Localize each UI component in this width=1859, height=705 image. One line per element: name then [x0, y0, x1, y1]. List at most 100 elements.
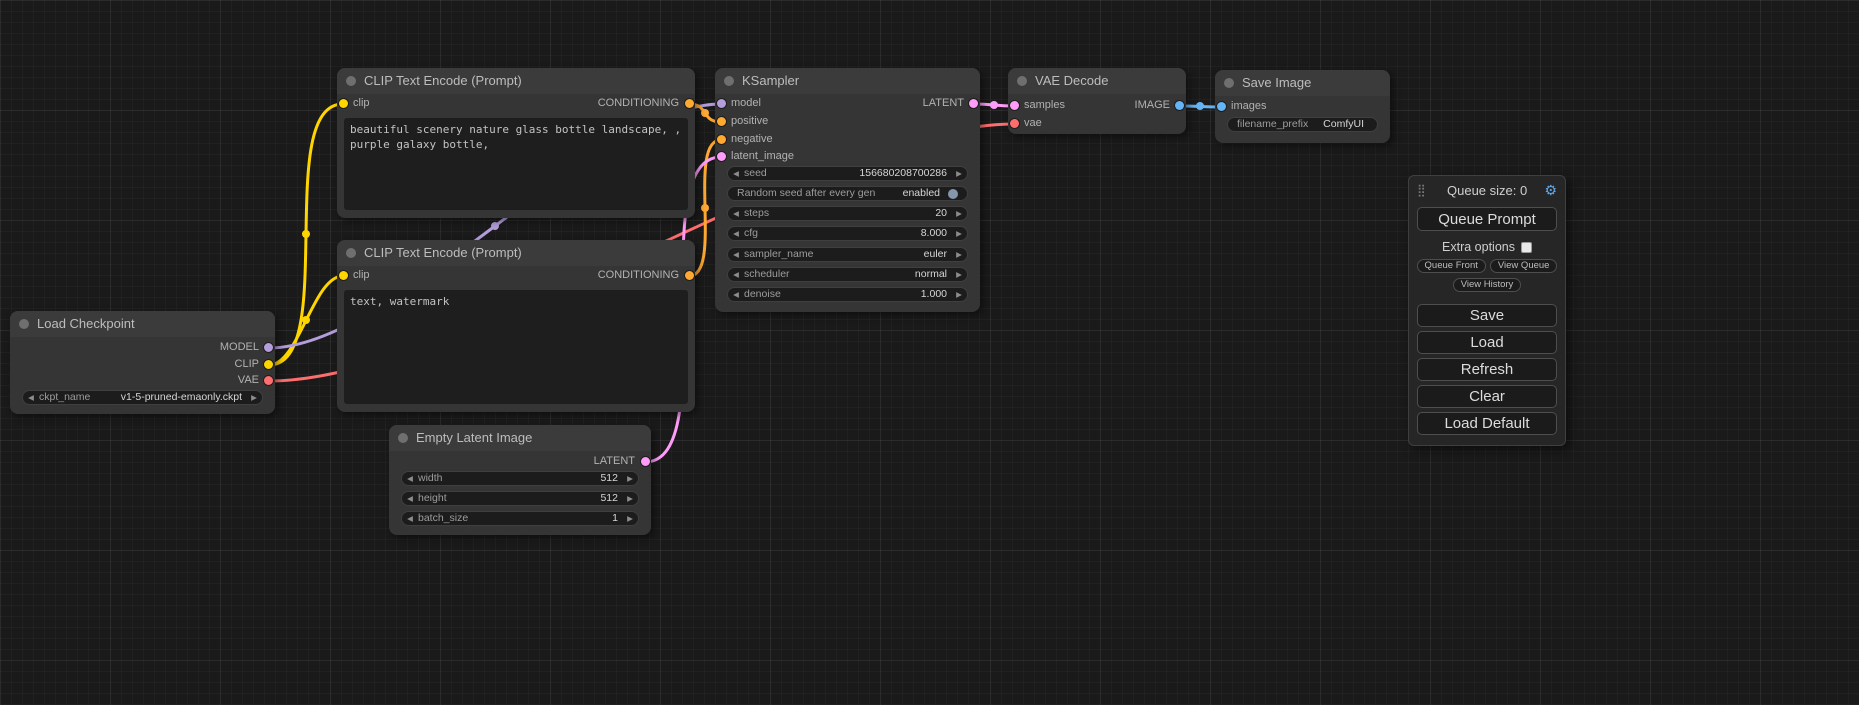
node-title: Save Image	[1242, 75, 1311, 90]
collapse-dot-icon[interactable]	[724, 76, 734, 86]
decrement-arrow-icon[interactable]: ◀	[402, 475, 418, 483]
output-slot-image[interactable]	[1175, 101, 1184, 110]
node-clip-text-encode-positive[interactable]: CLIP Text Encode (Prompt) clip CONDITION…	[337, 68, 695, 218]
drag-handle-icon[interactable]: ⣿	[1417, 183, 1426, 197]
decrement-arrow-icon[interactable]: ◀	[728, 291, 744, 299]
widget-value: 512	[443, 473, 622, 484]
view-history-row: View History	[1417, 278, 1557, 292]
output-slot-conditioning[interactable]	[685, 99, 694, 108]
positive-prompt-textarea[interactable]: beautiful scenery nature glass bottle la…	[344, 118, 688, 210]
output-slot-clip[interactable]	[264, 360, 273, 369]
cfg-widget[interactable]: ◀ cfg 8.000 ▶	[727, 226, 968, 241]
increment-arrow-icon[interactable]: ▶	[951, 271, 967, 279]
widget-value: normal	[790, 269, 951, 280]
node-vae-decode[interactable]: VAE Decode samples IMAGE vae	[1008, 68, 1186, 134]
steps-widget[interactable]: ◀ steps 20 ▶	[727, 206, 968, 221]
input-slot-model[interactable]	[717, 99, 726, 108]
output-slot-latent[interactable]	[641, 457, 650, 466]
link-midpoint-dot	[990, 101, 998, 109]
seed-widget[interactable]: ◀ seed 156680208700286 ▶	[727, 166, 968, 181]
node-ksampler[interactable]: KSampler model LATENT positive negative …	[715, 68, 980, 312]
graph-canvas[interactable]: { "colors": { "model": "#B39DDB", "clip"…	[0, 0, 1859, 705]
queue-prompt-button[interactable]: Queue Prompt	[1417, 207, 1557, 231]
output-slot-model[interactable]	[264, 343, 273, 352]
widget-label: batch_size	[418, 513, 468, 524]
link-midpoint-dot	[701, 109, 709, 117]
load-button[interactable]: Load	[1417, 331, 1557, 354]
widget-label: height	[418, 493, 447, 504]
output-label-latent: LATENT	[594, 455, 635, 467]
decrement-arrow-icon[interactable]: ◀	[728, 251, 744, 259]
collapse-dot-icon[interactable]	[19, 319, 29, 329]
filename-prefix-widget[interactable]: filename_prefix ComfyUI	[1227, 117, 1378, 132]
node-title-bar[interactable]: Load Checkpoint	[10, 311, 275, 337]
node-title-bar[interactable]: CLIP Text Encode (Prompt)	[337, 240, 695, 266]
node-load-checkpoint[interactable]: Load Checkpoint MODEL CLIP VAE ◀ ckpt_na…	[10, 311, 275, 414]
increment-arrow-icon[interactable]: ▶	[951, 210, 967, 218]
increment-arrow-icon[interactable]: ▶	[246, 394, 262, 402]
collapse-dot-icon[interactable]	[398, 433, 408, 443]
decrement-arrow-icon[interactable]: ◀	[728, 170, 744, 178]
node-title: VAE Decode	[1035, 73, 1108, 88]
decrement-arrow-icon[interactable]: ◀	[728, 230, 744, 238]
increment-arrow-icon[interactable]: ▶	[951, 230, 967, 238]
extra-options-checkbox[interactable]	[1521, 242, 1532, 253]
load-default-button[interactable]: Load Default	[1417, 412, 1557, 435]
input-slot-clip[interactable]	[339, 271, 348, 280]
comfy-menu-panel[interactable]: ⣿ Queue size: 0 ⚙ Queue Prompt Extra opt…	[1408, 175, 1566, 446]
input-slot-images[interactable]	[1217, 102, 1226, 111]
sampler-name-widget[interactable]: ◀ sampler_name euler ▶	[727, 247, 968, 262]
increment-arrow-icon[interactable]: ▶	[951, 291, 967, 299]
toggle-dot-icon[interactable]	[948, 189, 958, 199]
clear-button[interactable]: Clear	[1417, 385, 1557, 408]
node-title-bar[interactable]: KSampler	[715, 68, 980, 94]
node-title-bar[interactable]: Empty Latent Image	[389, 425, 651, 451]
increment-arrow-icon[interactable]: ▶	[622, 495, 638, 503]
denoise-widget[interactable]: ◀ denoise 1.000 ▶	[727, 287, 968, 302]
view-queue-button[interactable]: View Queue	[1490, 259, 1558, 273]
increment-arrow-icon[interactable]: ▶	[622, 515, 638, 523]
increment-arrow-icon[interactable]: ▶	[951, 170, 967, 178]
output-slot-conditioning[interactable]	[685, 271, 694, 280]
ckpt-name-widget[interactable]: ◀ ckpt_name v1-5-pruned-emaonly.ckpt ▶	[22, 390, 263, 405]
view-history-button[interactable]: View History	[1453, 278, 1522, 292]
input-slot-positive[interactable]	[717, 117, 726, 126]
batch-size-widget[interactable]: ◀ batch_size 1 ▶	[401, 511, 639, 526]
widget-value: euler	[813, 249, 951, 260]
random-seed-toggle-widget[interactable]: Random seed after every gen enabled	[727, 186, 968, 201]
decrement-arrow-icon[interactable]: ◀	[23, 394, 39, 402]
node-clip-text-encode-negative[interactable]: CLIP Text Encode (Prompt) clip CONDITION…	[337, 240, 695, 412]
height-widget[interactable]: ◀ height 512 ▶	[401, 491, 639, 506]
node-title-bar[interactable]: Save Image	[1215, 70, 1390, 96]
refresh-button[interactable]: Refresh	[1417, 358, 1557, 381]
collapse-dot-icon[interactable]	[346, 248, 356, 258]
decrement-arrow-icon[interactable]: ◀	[402, 495, 418, 503]
node-save-image[interactable]: Save Image images filename_prefix ComfyU…	[1215, 70, 1390, 143]
collapse-dot-icon[interactable]	[1224, 78, 1234, 88]
widget-value: v1-5-pruned-emaonly.ckpt	[90, 392, 246, 403]
decrement-arrow-icon[interactable]: ◀	[728, 271, 744, 279]
output-slot-vae[interactable]	[264, 376, 273, 385]
input-slot-samples[interactable]	[1010, 101, 1019, 110]
save-button[interactable]: Save	[1417, 304, 1557, 327]
input-slot-clip[interactable]	[339, 99, 348, 108]
collapse-dot-icon[interactable]	[1017, 76, 1027, 86]
width-widget[interactable]: ◀ width 512 ▶	[401, 471, 639, 486]
input-slot-vae[interactable]	[1010, 119, 1019, 128]
output-slot-latent[interactable]	[969, 99, 978, 108]
increment-arrow-icon[interactable]: ▶	[951, 251, 967, 259]
queue-front-button[interactable]: Queue Front	[1417, 259, 1486, 273]
node-empty-latent-image[interactable]: Empty Latent Image LATENT ◀ width 512 ▶ …	[389, 425, 651, 535]
decrement-arrow-icon[interactable]: ◀	[402, 515, 418, 523]
negative-prompt-textarea[interactable]: text, watermark	[344, 290, 688, 404]
increment-arrow-icon[interactable]: ▶	[622, 475, 638, 483]
widget-value: 512	[447, 493, 622, 504]
input-slot-negative[interactable]	[717, 135, 726, 144]
settings-gear-icon[interactable]: ⚙	[1544, 182, 1557, 199]
collapse-dot-icon[interactable]	[346, 76, 356, 86]
input-slot-latent-image[interactable]	[717, 152, 726, 161]
scheduler-widget[interactable]: ◀ scheduler normal ▶	[727, 267, 968, 282]
node-title-bar[interactable]: VAE Decode	[1008, 68, 1186, 94]
node-title-bar[interactable]: CLIP Text Encode (Prompt)	[337, 68, 695, 94]
decrement-arrow-icon[interactable]: ◀	[728, 210, 744, 218]
